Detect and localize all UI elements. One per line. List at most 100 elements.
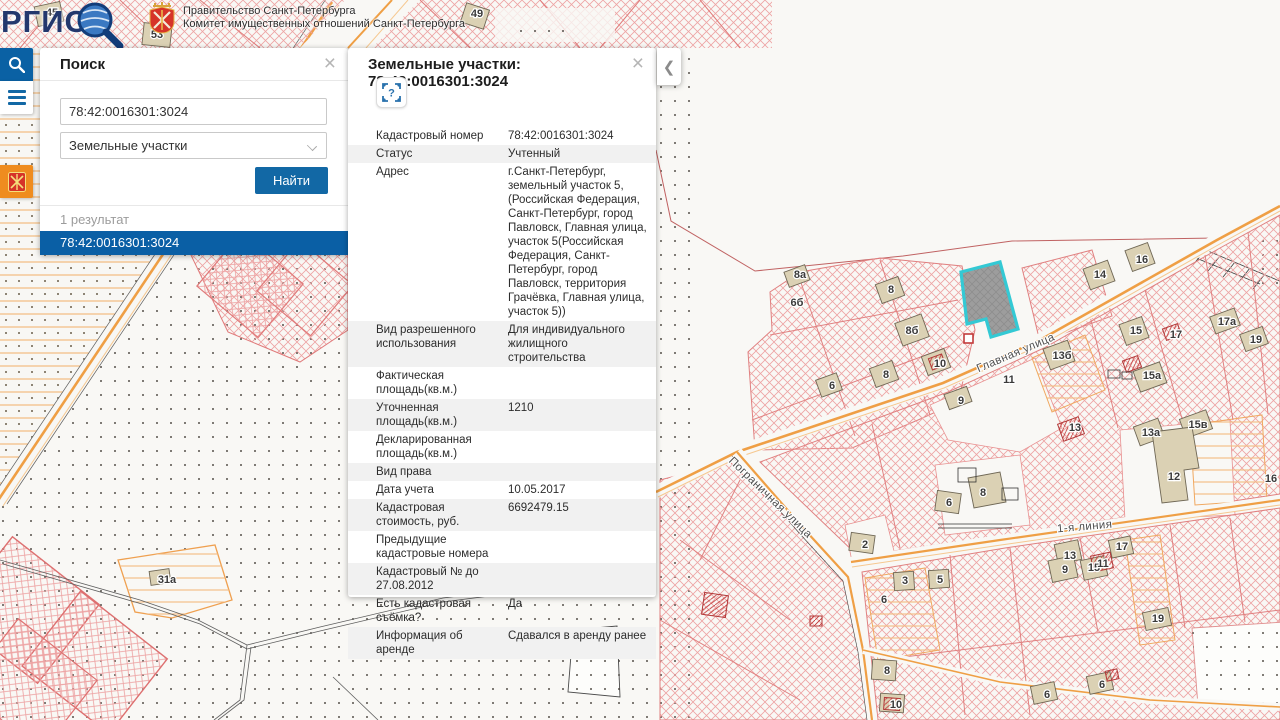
attribute-label: Вид разрешенного использования [376, 323, 508, 365]
results-count: 1 результат [60, 212, 129, 227]
attribute-value: 6692479.15 [508, 501, 648, 529]
chevron-down-icon [307, 141, 317, 151]
attribute-row: Декларированная площадь(кв.м.) [348, 431, 656, 463]
details-close-icon[interactable]: × [632, 53, 644, 74]
svg-text:53: 53 [151, 29, 163, 41]
svg-text:15в: 15в [1189, 419, 1208, 431]
svg-text:3: 3 [902, 575, 908, 587]
svg-text:11: 11 [1097, 558, 1109, 570]
svg-text:16: 16 [1265, 473, 1277, 485]
attribute-label: Кадастровый номер [376, 129, 508, 143]
svg-text:?: ? [388, 88, 395, 100]
attribute-label: Фактическая площадь(кв.м.) [376, 369, 508, 397]
attribute-row: Предыдущие кадастровые номера [348, 531, 656, 563]
attribute-value: 78:42:0016301:3024 [508, 129, 648, 143]
attribute-value [508, 465, 648, 479]
svg-text:8: 8 [888, 284, 894, 296]
attribute-row: Фактическая площадь(кв.м.) [348, 367, 656, 399]
attribute-label: Есть кадастровая съёмка? [376, 597, 508, 625]
svg-text:13а: 13а [1142, 427, 1161, 439]
svg-text:2: 2 [862, 539, 868, 551]
hamburger-icon [8, 87, 26, 108]
svg-text:14: 14 [1094, 269, 1107, 281]
attribute-row: Уточненная площадь(кв.м.)1210 [348, 399, 656, 431]
attribute-label: Кадастровая стоимость, руб. [376, 501, 508, 529]
search-category-value: Земельные участки [69, 138, 187, 153]
svg-text:5: 5 [937, 574, 943, 586]
attribute-row: Кадастровая стоимость, руб.6692479.15 [348, 499, 656, 531]
svg-text:9: 9 [1062, 564, 1068, 576]
svg-text:9: 9 [958, 395, 964, 407]
parcel-details-panel: Земельные участки: 78:42:0016301:3024 × … [348, 48, 656, 597]
attribute-value [508, 565, 648, 593]
search-category-select[interactable]: Земельные участки [60, 132, 327, 159]
zoom-to-extent-button[interactable]: ? [376, 77, 407, 108]
svg-text:12: 12 [1168, 471, 1180, 483]
svg-text:16: 16 [1136, 254, 1148, 266]
attribute-value: Учтенный [508, 147, 648, 161]
results-divider [40, 205, 348, 206]
top-strip-parcels [0, 0, 772, 48]
svg-text:17а: 17а [1218, 316, 1237, 328]
svg-text:6: 6 [829, 380, 835, 392]
svg-text:8б: 8б [906, 325, 919, 337]
svg-text:8: 8 [980, 487, 986, 499]
attribute-label: Статус [376, 147, 508, 161]
attribute-label: Декларированная площадь(кв.м.) [376, 433, 508, 461]
attributes-table: Кадастровый номер78:42:0016301:3024Стату… [348, 127, 656, 659]
attribute-label: Предыдущие кадастровые номера [376, 533, 508, 561]
svg-text:10: 10 [934, 358, 946, 370]
attribute-label: Вид права [376, 465, 508, 479]
collapse-panel-button[interactable]: ❮ [657, 48, 681, 85]
svg-text:13: 13 [1069, 422, 1081, 434]
result-item-selected[interactable]: 78:42:0016301:3024 [40, 231, 348, 255]
attribute-value [508, 533, 648, 561]
extent-question-icon: ? [382, 83, 401, 102]
attribute-row: Дата учета10.05.2017 [348, 481, 656, 499]
attribute-value: 10.05.2017 [508, 483, 648, 497]
svg-text:8: 8 [884, 665, 890, 677]
svg-text:6: 6 [946, 497, 952, 509]
menu-button[interactable] [0, 81, 33, 114]
search-input[interactable] [60, 98, 327, 125]
attribute-label: Кадастровый № до 27.08.2012 [376, 565, 508, 593]
svg-text:49: 49 [471, 8, 483, 20]
svg-text:19: 19 [1250, 334, 1262, 346]
svg-text:11: 11 [1003, 374, 1015, 386]
find-button[interactable]: Найти [255, 167, 328, 194]
search-panel-title: Поиск [60, 56, 105, 73]
attribute-row: Адресг.Санкт-Петербург, земельный участо… [348, 163, 656, 321]
attribute-row: Есть кадастровая съёмка?Да [348, 595, 656, 627]
attribute-row: Кадастровый № до 27.08.2012 [348, 563, 656, 595]
svg-text:15: 15 [1130, 325, 1142, 337]
svg-text:6: 6 [881, 594, 887, 606]
details-panel-title: Земельные участки: 78:42:0016301:3024 [368, 56, 656, 90]
svg-text:6: 6 [1044, 689, 1050, 701]
attribute-label: Информация об аренде [376, 629, 508, 657]
attribute-value: 1210 [508, 401, 648, 429]
svg-text:13: 13 [1064, 550, 1076, 562]
attribute-row: Вид разрешенного использованияДля индиви… [348, 321, 656, 367]
search-panel-header: Поиск × [40, 48, 348, 81]
svg-text:10: 10 [890, 699, 902, 711]
attribute-value [508, 433, 648, 461]
point-marker [964, 334, 973, 343]
legend-button[interactable] [0, 165, 33, 198]
attribute-row: Кадастровый номер78:42:0016301:3024 [348, 127, 656, 145]
search-icon [8, 56, 25, 73]
svg-text:13б: 13б [1052, 350, 1071, 362]
svg-text:31а: 31а [158, 574, 177, 586]
svg-text:6б: 6б [791, 297, 804, 309]
attribute-value [508, 369, 648, 397]
svg-text:17: 17 [1116, 541, 1128, 553]
attribute-label: Уточненная площадь(кв.м.) [376, 401, 508, 429]
attribute-value: Да [508, 597, 648, 625]
spb-crest-icon [7, 171, 27, 193]
attribute-value: Сдавался в аренду ранее [508, 629, 648, 657]
svg-text:8: 8 [883, 369, 889, 381]
svg-text:17: 17 [1170, 329, 1182, 341]
svg-text:6: 6 [1099, 679, 1105, 691]
attribute-row: Информация об арендеСдавался в аренду ра… [348, 627, 656, 659]
search-close-icon[interactable]: × [324, 53, 336, 74]
search-tool-button[interactable] [0, 48, 33, 81]
